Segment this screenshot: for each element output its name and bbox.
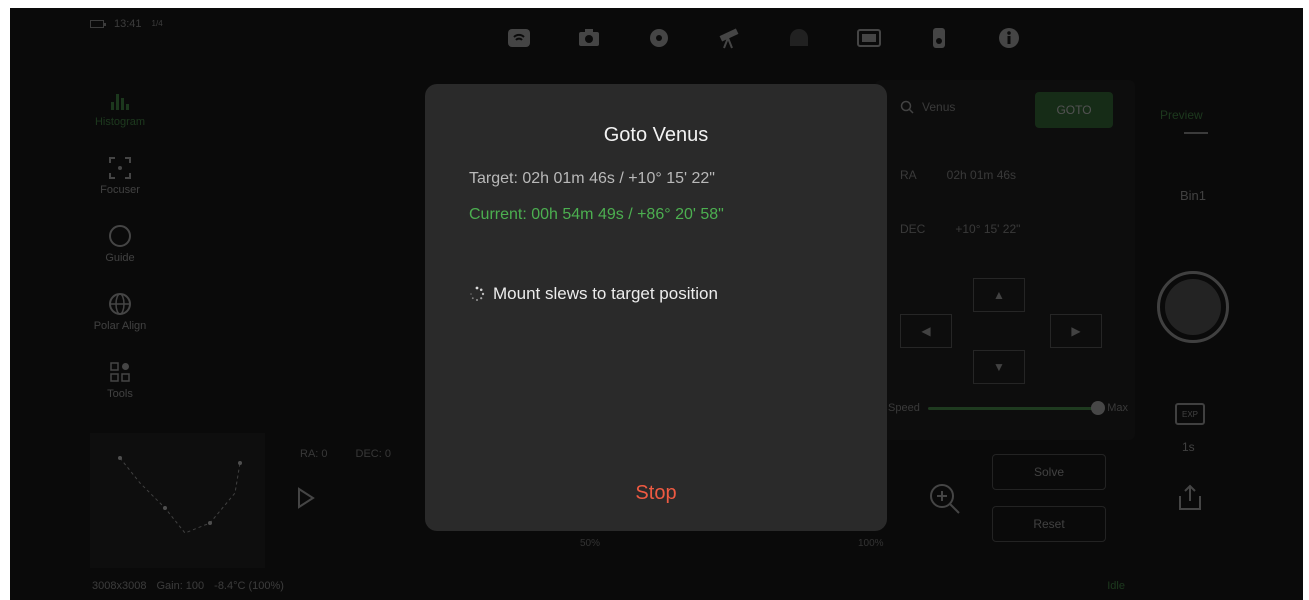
sky-thumbnail[interactable] [90, 433, 265, 568]
histogram-icon [111, 94, 129, 110]
current-coordinates: Current: 00h 54m 49s / +86° 20' 58" [469, 206, 724, 223]
signal-text: 1/4 [151, 19, 163, 28]
temperature-text: -8.4°C (100%) [214, 580, 284, 592]
wifi-icon[interactable] [505, 26, 533, 50]
preview-tab[interactable]: Preview [1160, 108, 1208, 134]
sidebar: Histogram Focuser Guide Polar Align Tool… [80, 88, 160, 428]
sidebar-item-label: Polar Align [93, 320, 147, 332]
sidebar-item-label: Tools [107, 388, 133, 400]
dec-value[interactable]: +10° 15' 22" [955, 222, 1020, 236]
focus-icon[interactable] [645, 26, 673, 50]
graph-axis-left: 50% [580, 538, 601, 549]
speed-slider-knob[interactable] [1091, 400, 1106, 415]
sidebar-item-label: Guide [105, 252, 135, 264]
speed-slider[interactable] [927, 400, 1106, 415]
dome-icon[interactable] [785, 26, 813, 50]
sidebar-item-tools[interactable]: Tools [80, 360, 160, 428]
search-icon [900, 100, 914, 114]
top-toolbar [505, 26, 1023, 50]
sidebar-item-label: Histogram [94, 116, 146, 128]
mount-control-panel [875, 80, 1135, 440]
gain-text: Gain: 100 [156, 580, 205, 592]
goto-dialog: Goto Venus Target: 02h 01m 46s / +10° 15… [425, 84, 887, 531]
guide-cam-icon[interactable] [925, 26, 953, 50]
bin-selector[interactable]: Bin1 [1180, 188, 1206, 203]
battery-icon [90, 20, 106, 28]
app-screen: 13:41 1/4 Histogram Focuser Guide Polar … [10, 8, 1303, 600]
shutter-button[interactable] [1157, 271, 1229, 343]
sidebar-item-label: Focuser [100, 184, 140, 196]
graph-label-dec: DEC: 0 [355, 448, 391, 460]
slew-status-text: Mount slews to target position [493, 284, 718, 303]
speed-label: Speed [888, 402, 920, 414]
resolution-text: 3008x3008 [92, 580, 147, 592]
dec-row: DEC +10° 15' 22" [900, 222, 1020, 236]
ra-value[interactable]: 02h 01m 46s [947, 168, 1016, 182]
globe-icon [109, 293, 131, 315]
bottom-status-bar: 3008x3008 Gain: 100 -8.4°C (100%) [92, 580, 284, 592]
slew-down-button[interactable]: ▼ [973, 350, 1025, 384]
slew-up-button[interactable]: ▲ [973, 278, 1025, 312]
camera-icon[interactable] [575, 26, 603, 50]
share-icon[interactable] [1174, 482, 1206, 514]
speed-value: Max [1107, 402, 1128, 414]
ra-row: RA 02h 01m 46s [900, 168, 1016, 182]
sidebar-item-polar-align[interactable]: Polar Align [80, 292, 160, 360]
target-search[interactable]: Venus [900, 100, 955, 114]
sidebar-item-focuser[interactable]: Focuser [80, 156, 160, 224]
graph-legend: RA: 0 DEC: 0 [300, 448, 391, 460]
exposure-value: 1s [1182, 440, 1195, 454]
info-icon[interactable] [995, 26, 1023, 50]
stop-button[interactable]: Stop [425, 482, 887, 505]
filter-icon[interactable] [855, 26, 883, 50]
graph-label-ra: RA: 0 [300, 448, 328, 460]
target-coordinates: Target: 02h 01m 46s / +10° 15' 22" [469, 170, 715, 187]
search-input[interactable]: Venus [922, 100, 955, 114]
focus-frame-icon [109, 157, 131, 179]
status-bar: 13:41 1/4 [90, 18, 163, 30]
idle-status: Idle [1107, 580, 1125, 592]
compass-icon [109, 225, 131, 247]
goto-button[interactable]: GOTO [1035, 92, 1113, 128]
sidebar-item-guide[interactable]: Guide [80, 224, 160, 292]
exposure-icon[interactable]: EXP [1175, 403, 1205, 425]
slew-status: Mount slews to target position [469, 284, 718, 304]
reset-button[interactable]: Reset [992, 506, 1106, 542]
clock-text: 13:41 [114, 18, 142, 30]
telescope-icon[interactable] [715, 26, 743, 50]
slew-right-button[interactable]: ▶ [1050, 314, 1102, 348]
dialog-title: Goto Venus [603, 124, 709, 146]
dec-label: DEC [900, 222, 926, 236]
ra-label: RA [900, 168, 917, 182]
sidebar-item-histogram[interactable]: Histogram [80, 88, 160, 156]
zoom-in-icon[interactable] [928, 482, 962, 516]
graph-axis-right: 100% [858, 538, 884, 549]
solve-button[interactable]: Solve [992, 454, 1106, 490]
slew-left-button[interactable]: ◀ [900, 314, 952, 348]
spinner-icon [470, 286, 485, 301]
play-icon[interactable] [296, 486, 316, 510]
grid-icon [110, 362, 130, 382]
speed-control: Speed Max [888, 400, 1128, 415]
